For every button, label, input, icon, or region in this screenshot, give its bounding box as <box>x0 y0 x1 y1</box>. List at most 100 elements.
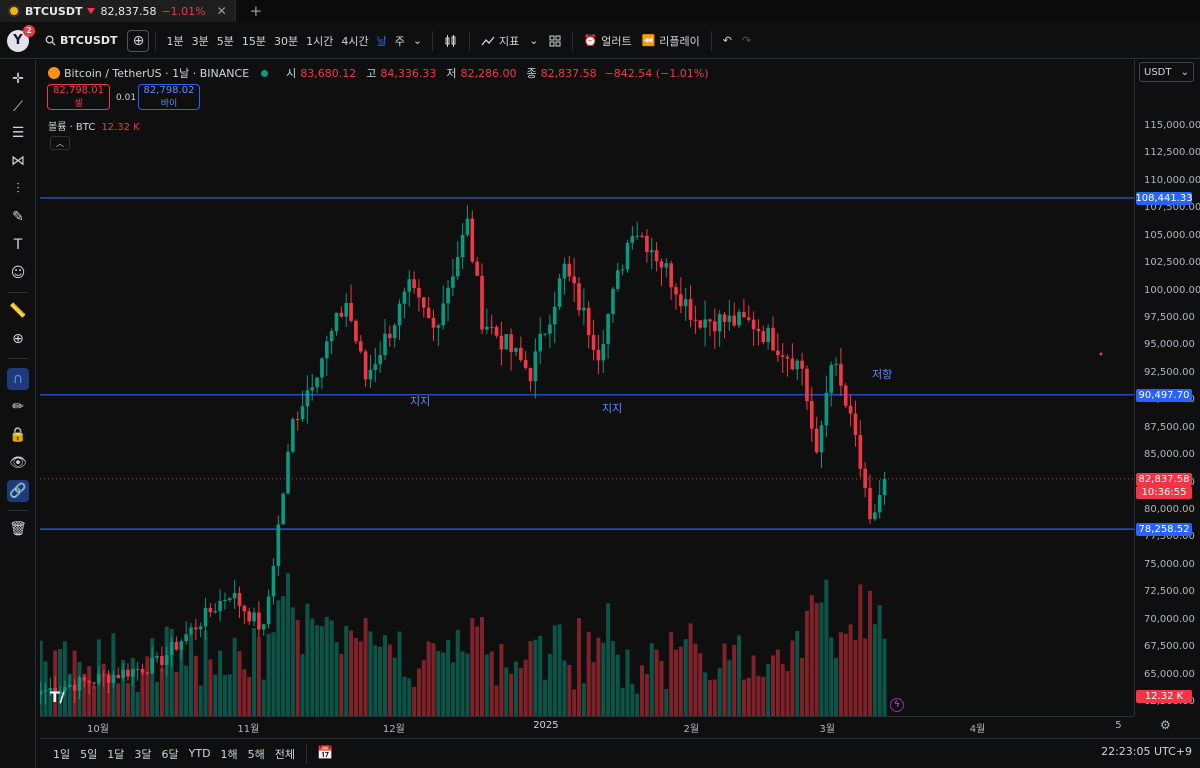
range-button[interactable]: 1해 <box>216 746 243 762</box>
volume-legend[interactable]: 볼륨 · BTC 12.32 K <box>48 118 140 133</box>
range-button[interactable]: 전체 <box>270 746 300 762</box>
range-button[interactable]: 5일 <box>75 746 102 762</box>
replay-label: 리플레이 <box>659 34 700 48</box>
trend-line-icon[interactable]: ⟋ <box>7 96 29 118</box>
projection-icon[interactable]: ⫶ <box>7 178 29 200</box>
brush-icon[interactable]: ✎ <box>7 206 29 228</box>
tf-1m[interactable]: 1분 <box>162 33 187 49</box>
trash-icon[interactable]: 🗑 <box>7 518 29 540</box>
volume-bar <box>412 686 417 716</box>
crosshair-icon[interactable]: ✛ <box>7 68 29 90</box>
volume-bar <box>295 620 300 716</box>
collapse-legend-button[interactable]: ︿ <box>50 136 70 150</box>
volume-bar <box>552 625 557 716</box>
volume-bar <box>635 693 640 716</box>
tf-1d[interactable]: 날 <box>373 33 391 49</box>
compare-symbol-button[interactable]: ⊕ <box>127 29 150 52</box>
new-tab-icon[interactable]: + <box>250 2 263 20</box>
eye-icon[interactable]: 👁 <box>7 452 29 474</box>
volume-bar <box>513 661 518 716</box>
ruler-icon[interactable]: 📏 <box>7 300 29 322</box>
chevron-down-icon[interactable]: ⌄ <box>409 34 426 47</box>
calendar-icon[interactable]: 📅 <box>317 746 333 761</box>
volume-bar <box>319 626 324 716</box>
volume-bar <box>834 657 839 716</box>
text-icon[interactable]: T <box>7 234 29 256</box>
link-icon[interactable]: 🔗 <box>7 480 29 502</box>
draw-mode-icon[interactable]: ✏ <box>7 396 29 418</box>
candle-body <box>97 674 101 684</box>
price-tick: 80,000.00 <box>1144 504 1195 515</box>
clock[interactable]: 22:23:05 UTC+9 <box>1101 745 1192 758</box>
annotation-label[interactable]: 저항 <box>872 368 892 381</box>
avatar[interactable]: Y 2 <box>7 24 35 52</box>
symbol-search[interactable]: BTCUSDT <box>45 34 117 47</box>
candle-body <box>645 235 649 253</box>
magnet-icon[interactable]: ∩ <box>7 368 29 390</box>
plus-icon: ⊕ <box>132 32 145 49</box>
buy-button[interactable]: 82,798.02 바이 <box>138 84 200 110</box>
alert-button[interactable]: ⏰ 얼러트 <box>579 33 637 49</box>
candle-body <box>480 275 484 330</box>
lock-icon[interactable]: 🔒 <box>7 424 29 446</box>
redo-icon[interactable]: ↷ <box>737 34 756 47</box>
tf-5m[interactable]: 5분 <box>213 33 238 49</box>
undo-icon[interactable]: ↶ <box>718 34 737 47</box>
replay-button[interactable]: ⏪ 리플레이 <box>637 33 705 49</box>
volume-bar <box>387 644 392 716</box>
lightning-icon[interactable]: ϟ <box>890 698 904 712</box>
time-label: 3월 <box>819 724 835 735</box>
annotation-label[interactable]: 지지 <box>410 395 430 408</box>
pattern-icon[interactable]: ⋈ <box>7 150 29 172</box>
range-button[interactable]: 3달 <box>129 746 156 762</box>
range-button[interactable]: 1일 <box>48 746 75 762</box>
chart-pane[interactable]: 지지 지지 저항 <box>40 60 1134 716</box>
candle-body <box>126 669 130 677</box>
emoji-icon[interactable]: ☺ <box>7 262 29 284</box>
annotation-label[interactable]: 지지 <box>602 402 622 415</box>
range-button[interactable]: 6달 <box>157 746 184 762</box>
range-button[interactable]: 1달 <box>102 746 129 762</box>
price-chart[interactable]: 지지지지저항 <box>40 60 1134 716</box>
candle-body <box>713 321 717 332</box>
tf-15m[interactable]: 15분 <box>238 33 270 49</box>
tab-close-icon[interactable]: ✕ <box>217 4 227 18</box>
currency-select[interactable]: USDT ⌄ <box>1139 62 1194 82</box>
browser-tab[interactable]: BTCUSDT 82,837.58 −1.01% ✕ <box>0 0 236 22</box>
volume-bar <box>717 667 722 716</box>
divider <box>8 510 28 511</box>
candle-body <box>213 611 218 613</box>
volume-bar <box>179 649 184 716</box>
tf-3m[interactable]: 3분 <box>188 33 213 49</box>
volume-bar <box>829 637 834 716</box>
range-button[interactable]: 5해 <box>243 746 270 762</box>
tf-1h[interactable]: 1시간 <box>302 33 337 49</box>
volume-bar <box>868 590 872 716</box>
fib-icon[interactable]: ☰ <box>7 122 29 144</box>
symbol-title[interactable]: Bitcoin / TetherUS · 1날 · BINANCE <box>64 65 249 81</box>
candle-body <box>329 331 334 342</box>
layouts-button[interactable] <box>544 35 566 47</box>
price-tick: 112,500.00 <box>1144 147 1200 159</box>
price-tick: 87,500.00 <box>1144 421 1195 433</box>
volume-bar <box>475 626 480 716</box>
volume-bar <box>324 616 329 716</box>
price-tick: 65,000.00 <box>1144 668 1195 680</box>
chart-type-button[interactable] <box>439 34 463 48</box>
candle-body <box>164 655 169 665</box>
chevron-down-icon[interactable]: ⌄ <box>524 34 543 47</box>
tradingview-logo[interactable]: T/ <box>50 690 65 706</box>
tf-1w[interactable]: 주 <box>391 33 409 49</box>
volume-bar <box>562 660 567 716</box>
zoom-icon[interactable]: ⊕ <box>7 328 29 350</box>
indicators-button[interactable]: 지표 <box>476 33 524 49</box>
range-button[interactable]: YTD <box>184 747 216 760</box>
volume-bar <box>664 689 669 716</box>
candle-body <box>368 369 373 380</box>
settings-gear-icon[interactable]: ⚙ <box>1160 718 1171 732</box>
tf-4h[interactable]: 4시간 <box>337 33 372 49</box>
sell-button[interactable]: 82,798.01 셀 <box>47 84 110 110</box>
low-label: 저 <box>446 67 457 80</box>
tf-30m[interactable]: 30분 <box>270 33 302 49</box>
candle-body <box>523 359 528 369</box>
